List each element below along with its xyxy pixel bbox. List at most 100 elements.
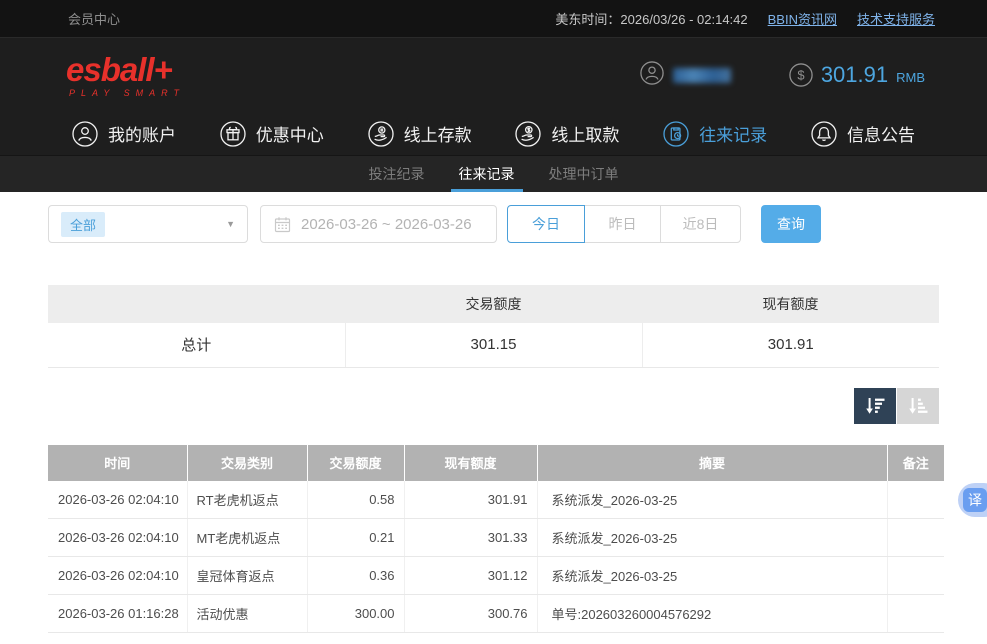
gift-icon	[220, 121, 246, 147]
cell-balance: 300.76	[404, 595, 537, 633]
cell-amount: 0.21	[307, 519, 404, 557]
cell-type: MT老虎机返点	[187, 519, 307, 557]
main-nav: 我的账户 优惠中心 线上存款 线上取款	[0, 112, 987, 155]
cell-amount: 0.58	[307, 481, 404, 519]
balance-amount: 301.91	[821, 62, 888, 88]
cell-balance: 301.12	[404, 557, 537, 595]
cell-summary: 系统派发_2026-03-25	[537, 481, 887, 519]
summary-row: 总计 301.15 301.91	[48, 323, 939, 367]
nav-promotions[interactable]: 优惠中心	[220, 121, 324, 147]
nav-label: 往来记录	[699, 121, 767, 146]
content-area: 全部 ▼ 2026-03-26 ~ 2026-03-26 今日 昨日 近8	[0, 192, 987, 633]
type-selected-chip: 全部	[61, 212, 105, 237]
table-row: 2026-03-26 02:04:10MT老虎机返点0.21301.33系统派发…	[48, 519, 944, 557]
sort-descending-icon	[864, 395, 886, 417]
nav-label: 优惠中心	[256, 121, 324, 146]
nav-label: 线上存款	[404, 121, 472, 146]
wallet-balance[interactable]: $ 301.91 RMB	[789, 62, 925, 88]
tech-support-link[interactable]: 技术支持服务	[857, 9, 935, 28]
bell-icon	[811, 121, 837, 147]
last-8-days-button[interactable]: 近8日	[660, 205, 741, 243]
tab-label: 投注纪录	[369, 164, 425, 184]
summary-header-transaction: 交易额度	[345, 285, 642, 323]
logo-slogan: PLAY SMART	[69, 89, 185, 98]
nav-label: 我的账户	[108, 121, 176, 146]
tab-processing-orders[interactable]: 处理中订单	[549, 156, 619, 192]
button-label: 近8日	[683, 214, 719, 234]
logo-text: esball+	[66, 53, 185, 86]
chevron-down-icon: ▼	[226, 219, 235, 229]
user-account[interactable]	[640, 61, 731, 90]
summary-header-empty	[48, 285, 345, 323]
type-select[interactable]: 全部 ▼	[48, 205, 248, 243]
cell-time: 2026-03-26 02:04:10	[48, 557, 187, 595]
summary-balance-total: 301.91	[642, 323, 939, 367]
table-row: 2026-03-26 02:04:10RT老虎机返点0.58301.91系统派发…	[48, 481, 944, 519]
transactions-header-row: 时间 交易类别 交易额度 现有额度 摘要 备注	[48, 445, 944, 481]
user-icon	[72, 121, 98, 147]
sort-ascending-button[interactable]	[897, 388, 939, 424]
avatar-icon	[640, 61, 664, 90]
cell-type: 活动优惠	[187, 595, 307, 633]
quick-date-group: 今日 昨日 近8日	[507, 205, 741, 243]
cell-balance: 301.33	[404, 519, 537, 557]
nav-deposit[interactable]: 线上存款	[368, 121, 472, 147]
date-range-input[interactable]: 2026-03-26 ~ 2026-03-26	[260, 205, 497, 243]
cell-type: RT老虎机返点	[187, 481, 307, 519]
yesterday-button[interactable]: 昨日	[584, 205, 661, 243]
top-bar: 会员中心 美东时间：2026/03/26 - 02:14:42 BBIN资讯网 …	[0, 0, 987, 38]
translate-button[interactable]: 译	[963, 488, 987, 512]
member-center-label: 会员中心	[68, 9, 120, 28]
transactions-body: 2026-03-26 02:04:10RT老虎机返点0.58301.91系统派发…	[48, 481, 944, 633]
tab-label: 处理中订单	[549, 164, 619, 184]
nav-withdraw[interactable]: 线上取款	[515, 121, 619, 147]
dollar-icon: $	[789, 63, 813, 87]
table-row: 2026-03-26 01:16:28活动优惠300.00300.76单号:20…	[48, 595, 944, 633]
header-type: 交易类别	[187, 445, 307, 481]
tab-bet-records[interactable]: 投注纪录	[369, 156, 425, 192]
filter-row: 全部 ▼ 2026-03-26 ~ 2026-03-26 今日 昨日 近8	[48, 205, 939, 243]
transactions-table: 时间 交易类别 交易额度 现有额度 摘要 备注 2026-03-26 02:04…	[48, 445, 944, 634]
header-amount: 交易额度	[307, 445, 404, 481]
summary-total-label: 总计	[48, 323, 345, 367]
nav-announcements[interactable]: 信息公告	[811, 121, 915, 147]
search-button[interactable]: 查询	[761, 205, 821, 243]
cell-time: 2026-03-26 02:04:10	[48, 481, 187, 519]
cell-amount: 300.00	[307, 595, 404, 633]
balance-currency: RMB	[896, 70, 925, 85]
sub-nav: 投注纪录 往来记录 处理中订单	[0, 155, 987, 192]
header-balance: 现有额度	[404, 445, 537, 481]
esball-logo[interactable]: esball+ PLAY SMART	[66, 53, 185, 98]
header-time: 时间	[48, 445, 187, 481]
tab-transaction-records[interactable]: 往来记录	[459, 156, 515, 192]
cell-summary: 系统派发_2026-03-25	[537, 557, 887, 595]
nav-my-account[interactable]: 我的账户	[72, 121, 176, 147]
summary-table: 交易额度 现有额度 总计 301.15 301.91	[48, 285, 939, 368]
nav-label: 线上取款	[551, 121, 619, 146]
cell-note	[887, 595, 944, 633]
today-button[interactable]: 今日	[507, 205, 585, 243]
sort-ascending-icon	[907, 395, 929, 417]
records-icon	[663, 121, 689, 147]
cell-note	[887, 481, 944, 519]
site-header: esball+ PLAY SMART $ 301.91 RMB	[0, 38, 987, 112]
cell-summary: 单号:202603260004576292	[537, 595, 887, 633]
cell-balance: 301.91	[404, 481, 537, 519]
cell-summary: 系统派发_2026-03-25	[537, 519, 887, 557]
cell-time: 2026-03-26 01:16:28	[48, 595, 187, 633]
cell-amount: 0.36	[307, 557, 404, 595]
translate-widget: 译	[958, 483, 987, 517]
summary-header-balance: 现有额度	[642, 285, 939, 323]
sort-descending-button[interactable]	[854, 388, 896, 424]
button-label: 昨日	[609, 214, 637, 234]
withdraw-icon	[515, 121, 541, 147]
bbin-news-link[interactable]: BBIN资讯网	[768, 9, 837, 28]
cell-note	[887, 519, 944, 557]
username-blurred	[673, 68, 731, 83]
nav-records[interactable]: 往来记录	[663, 121, 767, 147]
server-time: 美东时间：2026/03/26 - 02:14:42	[555, 9, 747, 28]
summary-transaction-total: 301.15	[345, 323, 642, 367]
cell-note	[887, 557, 944, 595]
header-summary: 摘要	[537, 445, 887, 481]
tab-label: 往来记录	[459, 164, 515, 184]
